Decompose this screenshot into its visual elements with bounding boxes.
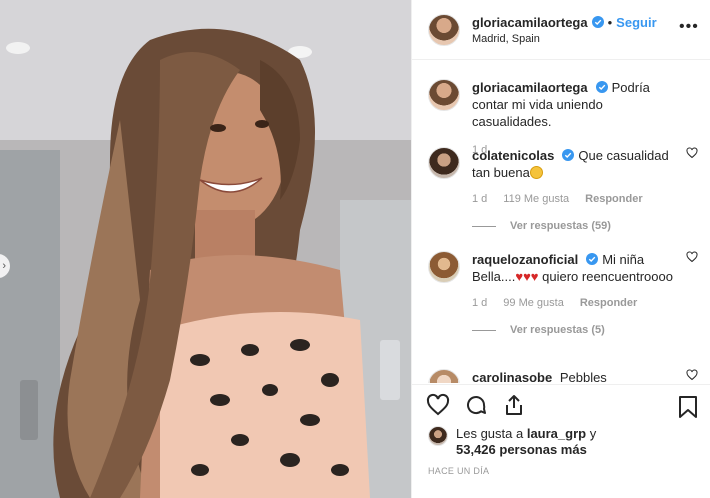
action-bar bbox=[412, 384, 710, 424]
author-avatar[interactable] bbox=[428, 13, 460, 46]
comment-text: Pebbles bbox=[559, 370, 607, 383]
comment-avatar[interactable] bbox=[428, 147, 460, 179]
comment-username[interactable]: raquelozanoficial bbox=[472, 252, 578, 267]
caption-avatar[interactable] bbox=[428, 79, 460, 111]
comment-text-continued: quiero reencuentroooo bbox=[542, 269, 673, 284]
reply-button[interactable]: Responder bbox=[580, 295, 637, 312]
comment-item: carolinasobe Pebbles bbox=[428, 369, 698, 383]
comment-bubble-icon[interactable] bbox=[464, 393, 488, 417]
like-heart-icon[interactable] bbox=[426, 393, 450, 417]
comment-likes[interactable]: 99 Me gusta bbox=[503, 295, 564, 312]
likes-joiner: y bbox=[589, 426, 597, 441]
likes-summary: Les gusta a laura_grp y 53,426 personas … bbox=[428, 426, 698, 458]
verified-badge-icon bbox=[562, 149, 575, 161]
red-heart-emoji-icon: ♥♥♥ bbox=[515, 269, 539, 284]
caption-username[interactable]: gloriacamilaortega bbox=[472, 80, 588, 95]
like-comment-heart-icon[interactable] bbox=[686, 147, 698, 159]
bookmark-icon[interactable] bbox=[677, 395, 699, 419]
follow-button[interactable]: Seguir bbox=[616, 15, 656, 30]
author-username[interactable]: gloriacamilaortega bbox=[472, 15, 588, 30]
verified-badge-icon bbox=[595, 81, 608, 93]
post-location[interactable]: Madrid, Spain bbox=[472, 33, 657, 45]
view-replies-label: Ver respuestas (59) bbox=[510, 220, 611, 232]
like-comment-heart-icon[interactable] bbox=[686, 251, 698, 263]
comment-time[interactable]: 1 d bbox=[472, 191, 487, 208]
comment-avatar[interactable] bbox=[428, 251, 460, 283]
share-icon[interactable] bbox=[502, 393, 526, 417]
reply-button[interactable]: Responder bbox=[585, 191, 642, 208]
verified-badge-icon bbox=[591, 16, 604, 28]
view-replies-button[interactable]: Ver respuestas (5) bbox=[472, 322, 682, 339]
liker-avatar[interactable] bbox=[428, 426, 448, 446]
grin-emoji-icon bbox=[529, 166, 543, 179]
comment-item: colatenicolas Que casualidad tan buena 1 … bbox=[428, 147, 698, 235]
comments-list[interactable]: gloriacamilaortega Podría contar mi vida … bbox=[412, 61, 710, 383]
comment-time[interactable]: 1 d bbox=[472, 295, 487, 312]
post-side-panel: gloriacamilaortega • Seguir Madrid, Spai… bbox=[411, 0, 710, 498]
liker-username[interactable]: laura_grp bbox=[527, 426, 586, 441]
more-horizontal-icon[interactable]: ••• bbox=[679, 19, 698, 35]
like-comment-heart-icon[interactable] bbox=[686, 369, 698, 381]
likes-prefix: Les gusta a bbox=[456, 426, 524, 441]
comment-username[interactable]: carolinasobe bbox=[472, 370, 552, 383]
separator-dot: • bbox=[607, 14, 613, 30]
verified-badge-icon bbox=[586, 253, 599, 265]
comment-avatar[interactable] bbox=[428, 369, 460, 383]
likes-count[interactable]: 53,426 personas más bbox=[456, 442, 587, 457]
portrait-image bbox=[0, 0, 411, 498]
view-replies-label: Ver respuestas (5) bbox=[510, 324, 605, 336]
post-photo[interactable]: › bbox=[0, 0, 411, 498]
comment-item: raquelozanoficial Mi niña Bella....♥♥♥ qu… bbox=[428, 251, 698, 339]
post-header: gloriacamilaortega • Seguir Madrid, Spai… bbox=[412, 0, 710, 60]
view-replies-button[interactable]: Ver respuestas (59) bbox=[472, 218, 682, 235]
comment-username[interactable]: colatenicolas bbox=[472, 148, 554, 163]
post-timestamp[interactable]: HACE UN DÍA bbox=[428, 466, 489, 476]
comment-likes[interactable]: 119 Me gusta bbox=[503, 191, 569, 208]
